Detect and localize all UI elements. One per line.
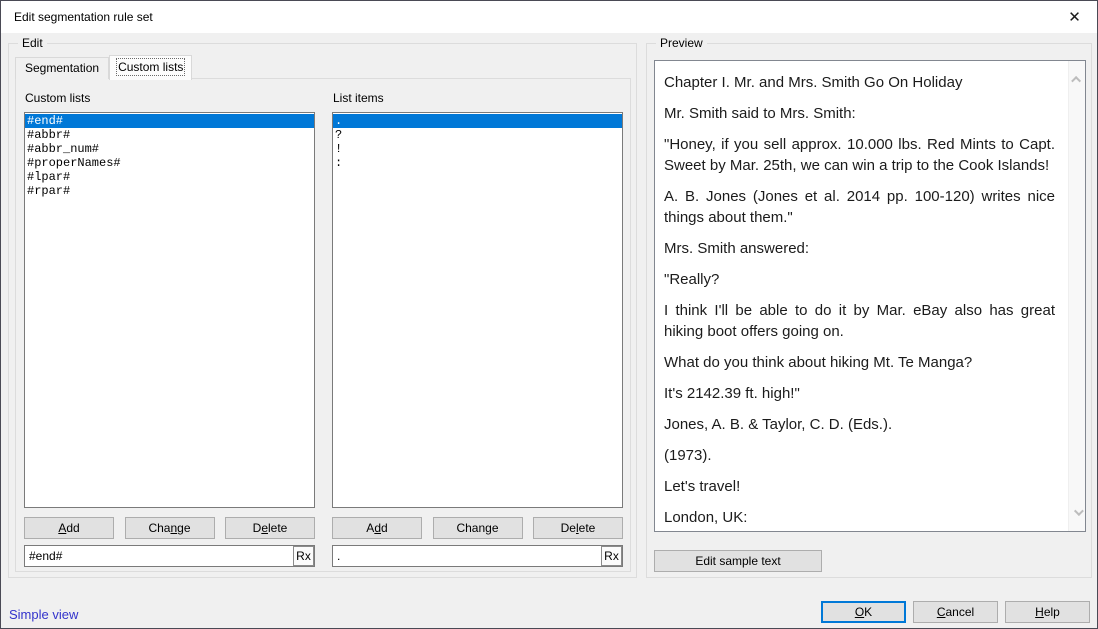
preview-paragraph: Mrs. Smith answered: bbox=[664, 238, 1055, 259]
list-items-value-input[interactable] bbox=[333, 546, 601, 566]
tab-custom-lists-label: Custom lists bbox=[118, 60, 183, 74]
preview-paragraph: Chapter I. Mr. and Mrs. Smith Go On Holi… bbox=[664, 72, 1055, 93]
custom-list-item[interactable]: #properNames# bbox=[25, 156, 314, 170]
preview-paragraph: "Really? bbox=[664, 269, 1055, 290]
preview-paragraph: "Honey, if you sell approx. 10.000 lbs. … bbox=[664, 134, 1055, 176]
preview-box: Chapter I. Mr. and Mrs. Smith Go On Holi… bbox=[654, 60, 1086, 532]
preview-groupbox: Preview Chapter I. Mr. and Mrs. Smith Go… bbox=[646, 43, 1092, 578]
custom-list-item[interactable]: #rpar# bbox=[25, 184, 314, 198]
preview-paragraph: What do you think about hiking Mt. Te Ma… bbox=[664, 352, 1055, 373]
custom-list-item[interactable]: #lpar# bbox=[25, 170, 314, 184]
list-items-add-button[interactable]: Add bbox=[332, 517, 422, 539]
ok-button[interactable]: OK bbox=[821, 601, 906, 623]
preview-paragraph: Mr. Smith said to Mrs. Smith: bbox=[664, 103, 1055, 124]
list-items-change-button[interactable]: Change bbox=[433, 517, 523, 539]
custom-lists-add-button[interactable]: Add bbox=[24, 517, 114, 539]
custom-lists-label: Custom lists bbox=[25, 91, 90, 105]
tab-custom-lists[interactable]: Custom lists bbox=[109, 55, 192, 80]
cancel-button[interactable]: Cancel bbox=[913, 601, 998, 623]
list-item[interactable]: ? bbox=[333, 128, 622, 142]
preview-paragraph: Let's travel! bbox=[664, 476, 1055, 497]
preview-paragraph: London, UK: bbox=[664, 507, 1055, 528]
preview-group-label: Preview bbox=[656, 36, 707, 50]
list-item[interactable]: . bbox=[333, 114, 622, 128]
preview-text: Chapter I. Mr. and Mrs. Smith Go On Holi… bbox=[655, 61, 1068, 531]
tab-strip: Segmentation Custom lists bbox=[15, 54, 192, 79]
edit-group-label: Edit bbox=[18, 36, 47, 50]
tab-segmentation[interactable]: Segmentation bbox=[15, 57, 109, 79]
close-button[interactable]: ✕ bbox=[1052, 1, 1097, 32]
custom-lists-button-row: Add Change Delete bbox=[24, 517, 315, 539]
custom-lists-delete-button[interactable]: Delete bbox=[225, 517, 315, 539]
edit-groupbox: Edit Segmentation Custom lists Custom li… bbox=[8, 43, 637, 578]
preview-paragraph: A. B. Jones (Jones et al. 2014 pp. 100-1… bbox=[664, 186, 1055, 228]
dialog-window: Edit segmentation rule set ✕ Edit Segmen… bbox=[0, 0, 1098, 629]
list-items-listbox[interactable]: .?!: bbox=[332, 112, 623, 508]
scroll-down-icon[interactable] bbox=[1069, 504, 1086, 521]
custom-lists-value-input[interactable] bbox=[25, 546, 293, 566]
close-icon: ✕ bbox=[1068, 8, 1081, 26]
custom-lists-listbox[interactable]: #end##abbr##abbr_num##properNames##lpar#… bbox=[24, 112, 315, 508]
tab-segmentation-label: Segmentation bbox=[25, 61, 99, 75]
help-button[interactable]: Help bbox=[1005, 601, 1090, 623]
simple-view-link[interactable]: Simple view bbox=[9, 607, 78, 622]
list-items-delete-button[interactable]: Delete bbox=[533, 517, 623, 539]
list-items-edit-field: Rx bbox=[332, 545, 623, 567]
preview-paragraph: (1973). bbox=[664, 445, 1055, 466]
title-bar: Edit segmentation rule set ✕ bbox=[1, 1, 1097, 33]
window-title: Edit segmentation rule set bbox=[14, 1, 153, 33]
list-item[interactable]: : bbox=[333, 156, 622, 170]
custom-list-item[interactable]: #abbr_num# bbox=[25, 142, 314, 156]
custom-lists-change-button[interactable]: Change bbox=[125, 517, 215, 539]
preview-paragraph: I think I'll be able to do it by Mar. eB… bbox=[664, 300, 1055, 342]
preview-paragraph: Jones, A. B. & Taylor, C. D. (Eds.). bbox=[664, 414, 1055, 435]
scroll-up-icon[interactable] bbox=[1069, 71, 1086, 88]
list-item[interactable]: ! bbox=[333, 142, 622, 156]
preview-scrollbar[interactable] bbox=[1068, 61, 1085, 531]
preview-paragraph: It's 2142.39 ft. high!" bbox=[664, 383, 1055, 404]
edit-sample-text-button[interactable]: Edit sample text bbox=[654, 550, 822, 572]
list-items-regex-button[interactable]: Rx bbox=[601, 546, 622, 566]
custom-lists-edit-field: Rx bbox=[24, 545, 315, 567]
custom-list-item[interactable]: #end# bbox=[25, 114, 314, 128]
custom-lists-tab-panel: Custom lists List items #end##abbr##abbr… bbox=[15, 78, 631, 572]
list-items-button-row: Add Change Delete bbox=[332, 517, 623, 539]
list-items-label: List items bbox=[333, 91, 384, 105]
custom-list-item[interactable]: #abbr# bbox=[25, 128, 314, 142]
custom-lists-regex-button[interactable]: Rx bbox=[293, 546, 314, 566]
